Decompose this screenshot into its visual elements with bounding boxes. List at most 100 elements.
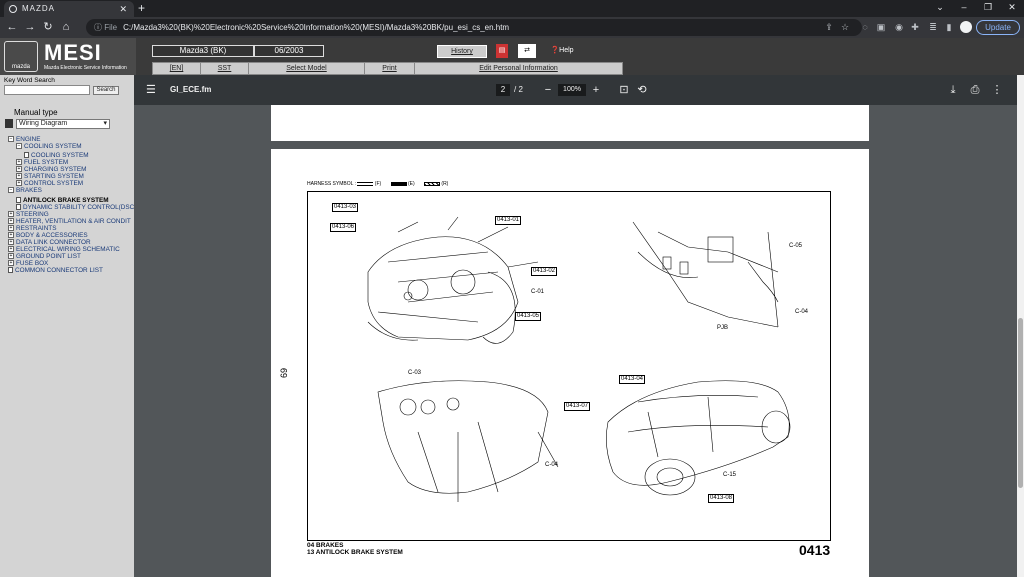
- extension-blue-icon[interactable]: ◉: [892, 19, 906, 36]
- tree-item-label: FUEL SYSTEM: [24, 159, 69, 166]
- tree-item[interactable]: + ELECTRICAL WIRING SCHEMATIC: [8, 246, 120, 253]
- menu-sst[interactable]: SST: [201, 63, 249, 74]
- tree-item[interactable]: + HEATER, VENTILATION & AIR CONDIT: [8, 218, 131, 225]
- restore-icon[interactable]: ❐: [976, 0, 1000, 15]
- zoom-in-icon[interactable]: +: [589, 75, 603, 105]
- harness-legend: HARNESS SYMBOL : (F) (E) (R): [307, 181, 448, 187]
- menu-edit-personal-info[interactable]: Edit Personal Information: [415, 63, 622, 74]
- legend-r-symbol: [424, 181, 441, 186]
- reading-list-icon[interactable]: ≣: [926, 19, 940, 36]
- expand-icon[interactable]: +: [8, 246, 14, 252]
- expand-icon[interactable]: +: [16, 159, 22, 165]
- tree-item[interactable]: + GROUND POINT LIST: [8, 253, 81, 260]
- collapse-icon[interactable]: −: [16, 143, 22, 149]
- expand-icon[interactable]: +: [8, 253, 14, 259]
- tree-item[interactable]: + DATA LINK CONNECTOR: [8, 239, 91, 246]
- expand-icon[interactable]: +: [8, 260, 14, 266]
- home-icon[interactable]: ⌂: [58, 20, 74, 35]
- tree-item[interactable]: − ENGINE: [8, 136, 41, 143]
- share-icon[interactable]: ⇪: [822, 19, 836, 36]
- back-icon[interactable]: ←: [4, 20, 20, 35]
- browser-tab[interactable]: MAZDA ✕: [4, 1, 134, 17]
- print-icon[interactable]: ⎙: [968, 75, 982, 105]
- label-c-04-top: C-04: [795, 309, 809, 315]
- zoom-out-icon[interactable]: −: [541, 75, 555, 105]
- menu-print[interactable]: Print: [365, 63, 415, 74]
- menu-language[interactable]: [EN]: [153, 63, 201, 74]
- keyword-search-input[interactable]: [4, 85, 90, 95]
- expand-icon[interactable]: +: [16, 173, 22, 179]
- rotate-icon[interactable]: ⟲: [635, 75, 649, 105]
- label-c-05: C-05: [789, 243, 803, 249]
- reload-icon[interactable]: ↻: [40, 20, 56, 35]
- zoom-level[interactable]: 100%: [558, 84, 586, 96]
- document-icon[interactable]: [8, 267, 13, 273]
- tree-item[interactable]: + BODY & ACCESSORIES: [8, 232, 88, 239]
- address-path: C:/Mazda3%20(BK)%20Electronic%20Service%…: [123, 23, 510, 32]
- close-window-icon[interactable]: ✕: [1000, 0, 1024, 15]
- puzzle-icon[interactable]: ✚: [908, 19, 922, 36]
- more-options-icon[interactable]: ⋮: [990, 75, 1004, 105]
- page-number-input[interactable]: 2: [496, 84, 510, 96]
- star-icon[interactable]: ☆: [838, 19, 852, 36]
- help-button[interactable]: ❓Help: [546, 44, 578, 58]
- expand-icon[interactable]: +: [8, 225, 14, 231]
- pdf-toolbar: ☰ GI_ECE.fm 2 / 2 − 100% + ⊡ ⟲ ⤓ ⎙ ⋮: [134, 75, 1017, 105]
- tab-title: MAZDA: [22, 4, 55, 13]
- tree-item[interactable]: ANTILOCK BRAKE SYSTEM: [16, 197, 109, 204]
- page-code: 0413: [799, 542, 831, 558]
- tree-item[interactable]: COMMON CONNECTOR LIST: [8, 267, 103, 274]
- minimize-icon[interactable]: –: [952, 0, 976, 15]
- new-tab-button[interactable]: +: [138, 0, 145, 17]
- expand-icon[interactable]: +: [8, 211, 14, 217]
- update-button[interactable]: Update: [976, 20, 1020, 35]
- forward-icon[interactable]: →: [22, 20, 38, 35]
- collapse-icon[interactable]: −: [8, 136, 14, 142]
- tree-item[interactable]: − BRAKES: [8, 187, 42, 194]
- tree-item[interactable]: + CONTROL SYSTEM: [16, 180, 83, 187]
- collapse-icon[interactable]: −: [8, 187, 14, 193]
- profile-avatar[interactable]: [960, 21, 972, 33]
- tree-item[interactable]: + STEERING: [8, 211, 49, 218]
- expand-icon[interactable]: +: [16, 180, 22, 186]
- search-button[interactable]: Search: [93, 86, 119, 95]
- manual-type-select[interactable]: Wiring Diagram ▾: [16, 119, 110, 129]
- download-icon[interactable]: ⤓: [946, 75, 960, 105]
- legend-f-symbol: [357, 181, 374, 186]
- expand-icon[interactable]: +: [8, 218, 14, 224]
- expand-icon[interactable]: +: [8, 239, 14, 245]
- extension-green-icon[interactable]: ▣: [874, 19, 888, 36]
- chevron-down-icon[interactable]: ⌄: [928, 0, 952, 15]
- tree-item[interactable]: DYNAMIC STABILITY CONTROL(DSC): [16, 204, 136, 211]
- tree-item-label: STARTING SYSTEM: [24, 173, 84, 180]
- tree-item[interactable]: + FUSE BOX: [8, 260, 48, 267]
- menu-select-model[interactable]: Select Model: [249, 63, 365, 74]
- globe-icon: [9, 5, 17, 13]
- document-icon[interactable]: [16, 197, 21, 203]
- swap-icon[interactable]: ⇄: [518, 44, 536, 58]
- tree-item[interactable]: + STARTING SYSTEM: [16, 173, 84, 180]
- menu-icon[interactable]: ☰: [146, 75, 156, 105]
- page-total-value: 2: [518, 85, 523, 94]
- extension-icon[interactable]: ◌: [858, 19, 872, 36]
- mesi-logo-text: MESI: [44, 40, 102, 65]
- tree-item[interactable]: + FUEL SYSTEM: [16, 159, 68, 166]
- tree-item[interactable]: COOLING SYSTEM: [24, 152, 89, 159]
- fit-page-icon[interactable]: ⊡: [617, 75, 631, 105]
- scrollbar[interactable]: [1017, 75, 1024, 577]
- document-icon[interactable]: [16, 204, 21, 210]
- history-button[interactable]: History: [437, 45, 487, 58]
- document-icon[interactable]: [24, 152, 29, 158]
- label-c-03: C-03: [408, 370, 422, 376]
- close-tab-icon[interactable]: ✕: [119, 1, 128, 17]
- bookmark-icon[interactable]: ▤: [496, 44, 508, 58]
- expand-icon[interactable]: +: [16, 166, 22, 172]
- tree-item-label: DYNAMIC STABILITY CONTROL(DSC): [23, 204, 137, 211]
- tree-item[interactable]: + CHARGING SYSTEM: [16, 166, 87, 173]
- tree-item[interactable]: − COOLING SYSTEM: [16, 143, 82, 150]
- address-bar[interactable]: ⓘ File C:/Mazda3%20(BK)%20Electronic%20Se…: [86, 19, 862, 36]
- side-panel-icon[interactable]: ▮: [942, 19, 956, 36]
- scrollbar-thumb[interactable]: [1018, 318, 1023, 488]
- tree-item[interactable]: + RESTRAINTS: [8, 225, 56, 232]
- expand-icon[interactable]: +: [8, 232, 14, 238]
